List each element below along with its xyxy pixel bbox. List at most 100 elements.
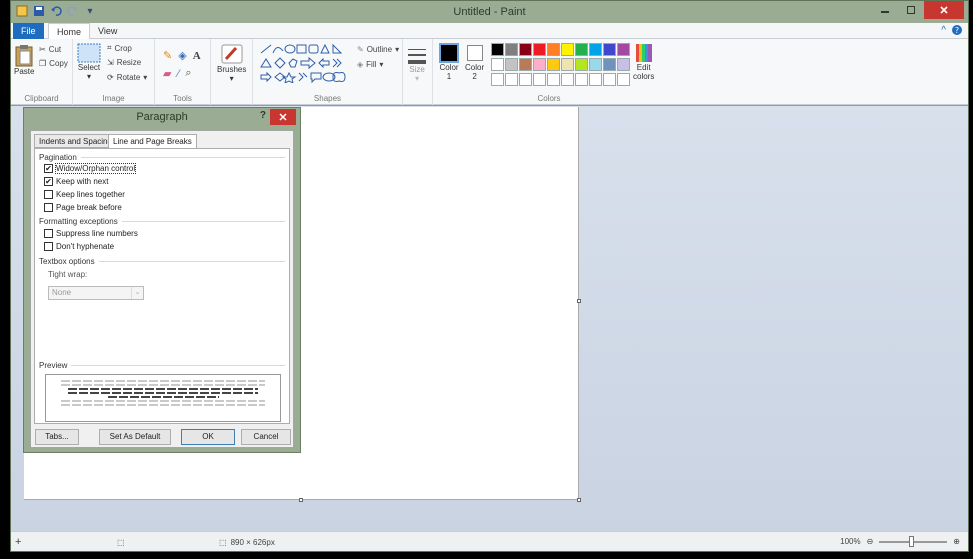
widow-checkbox-box[interactable]: ✔ [44, 164, 53, 173]
zoom-slider[interactable] [879, 535, 948, 547]
tab-file[interactable]: File [13, 23, 44, 39]
palette-swatch[interactable] [505, 58, 518, 71]
dialog-help-button[interactable]: ? [260, 110, 266, 121]
dialog-close-button[interactable] [270, 109, 296, 125]
color1-button[interactable]: Color 1 [439, 43, 459, 81]
palette-swatch[interactable] [505, 43, 518, 56]
canvas-resize-handle-corner[interactable] [577, 498, 581, 502]
size-button[interactable]: Size ▾ [407, 47, 427, 83]
custom-color-slot[interactable] [505, 73, 518, 86]
palette-swatch[interactable] [575, 43, 588, 56]
copy-button[interactable]: ❐ Copy [39, 59, 68, 68]
secondary-color-swatch [466, 45, 483, 61]
palette-swatch[interactable] [491, 43, 504, 56]
palette-swatch[interactable] [519, 43, 532, 56]
resize-button[interactable]: ⇲ Resize [107, 58, 141, 67]
close-icon [940, 6, 948, 14]
tight-wrap-select[interactable]: None ⌄ [48, 286, 144, 300]
keep-with-next-checkbox[interactable]: ✔ Keep with next [44, 177, 108, 186]
close-button[interactable] [924, 1, 964, 19]
widow-orphan-checkbox[interactable]: ✔ Widow/Orphan control [44, 163, 137, 174]
dont-hyphenate-checkbox[interactable]: Don't hyphenate [44, 242, 114, 251]
custom-color-slot[interactable] [519, 73, 532, 86]
paste-button[interactable]: Paste [14, 43, 34, 76]
palette-swatch[interactable] [547, 43, 560, 56]
palette-swatch[interactable] [519, 58, 532, 71]
ribbon-right-controls: ^ ? [941, 25, 962, 38]
custom-color-slot[interactable] [561, 73, 574, 86]
palette-swatch[interactable] [547, 58, 560, 71]
close-icon [279, 113, 287, 121]
custom-color-slot[interactable] [589, 73, 602, 86]
suppress-checkbox-box[interactable] [44, 229, 53, 238]
palette-swatch[interactable] [533, 43, 546, 56]
color2-button[interactable]: Color 2 [465, 43, 484, 81]
pencil-icon[interactable]: ✎ [163, 49, 172, 62]
suppress-line-numbers-checkbox[interactable]: Suppress line numbers [44, 229, 138, 238]
custom-color-slot[interactable] [617, 73, 630, 86]
custom-color-slot[interactable] [491, 73, 504, 86]
cut-button[interactable]: ✂ Cut [39, 45, 61, 54]
eraser-icon[interactable]: ▰ [163, 67, 171, 80]
tab-panel: Pagination ✔ Widow/Orphan control ✔ Keep… [34, 148, 290, 424]
palette-swatch[interactable] [603, 43, 616, 56]
tab-indents-spacing[interactable]: Indents and Spacing [34, 134, 117, 148]
keep-lines-together-checkbox[interactable]: Keep lines together [44, 190, 125, 199]
palette-swatch[interactable] [589, 58, 602, 71]
tab-line-page-breaks[interactable]: Line and Page Breaks [108, 134, 197, 149]
custom-color-slot[interactable] [533, 73, 546, 86]
canvas-resize-handle-right[interactable] [577, 299, 581, 303]
select-button[interactable]: Select ▾ [77, 43, 101, 81]
set-as-default-button[interactable]: Set As Default [99, 429, 171, 445]
zoom-out-icon[interactable]: ⊖ [867, 537, 874, 546]
rotate-button[interactable]: ⟳ Rotate ▾ [107, 73, 147, 82]
cut-icon: ✂ [39, 45, 46, 54]
color-palette [491, 43, 641, 91]
svg-text:?: ? [955, 26, 959, 35]
outline-button[interactable]: ✎ Outline ▾ [357, 45, 399, 54]
color-picker-icon[interactable]: ⁄ [177, 68, 179, 80]
tab-home[interactable]: Home [48, 23, 91, 40]
select-icon [77, 43, 101, 63]
zoom-slider-knob[interactable] [909, 535, 915, 547]
canvas-resize-handle-bottom[interactable] [299, 498, 303, 502]
palette-swatch[interactable] [561, 58, 574, 71]
keep-lines-checkbox-box[interactable] [44, 190, 53, 199]
clipboard-group-label: Clipboard [24, 94, 59, 103]
fill-button[interactable]: ◈ Fill ▾ [357, 60, 383, 69]
magnifier-icon[interactable]: ⌕ [185, 67, 191, 80]
minimize-ribbon-icon[interactable]: ^ [941, 25, 946, 38]
minimize-button[interactable] [872, 1, 898, 19]
palette-swatch[interactable] [617, 58, 630, 71]
page-break-before-checkbox[interactable]: Page break before [44, 203, 122, 212]
custom-color-slot[interactable] [603, 73, 616, 86]
palette-swatch[interactable] [603, 58, 616, 71]
custom-color-slot[interactable] [547, 73, 560, 86]
palette-swatch[interactable] [617, 43, 630, 56]
ok-button[interactable]: OK [181, 429, 235, 445]
text-icon[interactable]: A [193, 50, 201, 62]
fill-icon[interactable]: ◈ [178, 49, 186, 62]
tools-group: ✎ ◈ A ▰ ⁄ ⌕ Tools [155, 39, 211, 105]
help-icon[interactable]: ? [952, 25, 962, 38]
shapes-gallery[interactable] [259, 43, 355, 84]
keep-next-checkbox-box[interactable]: ✔ [44, 177, 53, 186]
palette-swatch[interactable] [561, 43, 574, 56]
status-bar: + ⬚ ⬚ 890 × 626px 100% ⊖ ⊕ [11, 531, 968, 551]
page-break-checkbox-box[interactable] [44, 203, 53, 212]
edit-colors-button[interactable]: Edit colors [633, 43, 654, 81]
palette-swatch[interactable] [491, 58, 504, 71]
cancel-button[interactable]: Cancel [241, 429, 291, 445]
hyphenate-checkbox-box[interactable] [44, 242, 53, 251]
tabs-button[interactable]: Tabs... [35, 429, 79, 445]
crop-button[interactable]: ⌗ Crop [107, 43, 132, 53]
zoom-in-icon[interactable]: ⊕ [953, 537, 960, 546]
palette-swatch[interactable] [589, 43, 602, 56]
tab-view[interactable]: View [90, 23, 125, 39]
palette-swatch[interactable] [575, 58, 588, 71]
palette-swatch[interactable] [533, 58, 546, 71]
custom-color-slot[interactable] [575, 73, 588, 86]
brushes-button[interactable]: Brushes ▾ [217, 43, 246, 83]
select-dropdown-icon[interactable]: ▾ [87, 72, 91, 81]
maximize-button[interactable] [898, 1, 924, 19]
